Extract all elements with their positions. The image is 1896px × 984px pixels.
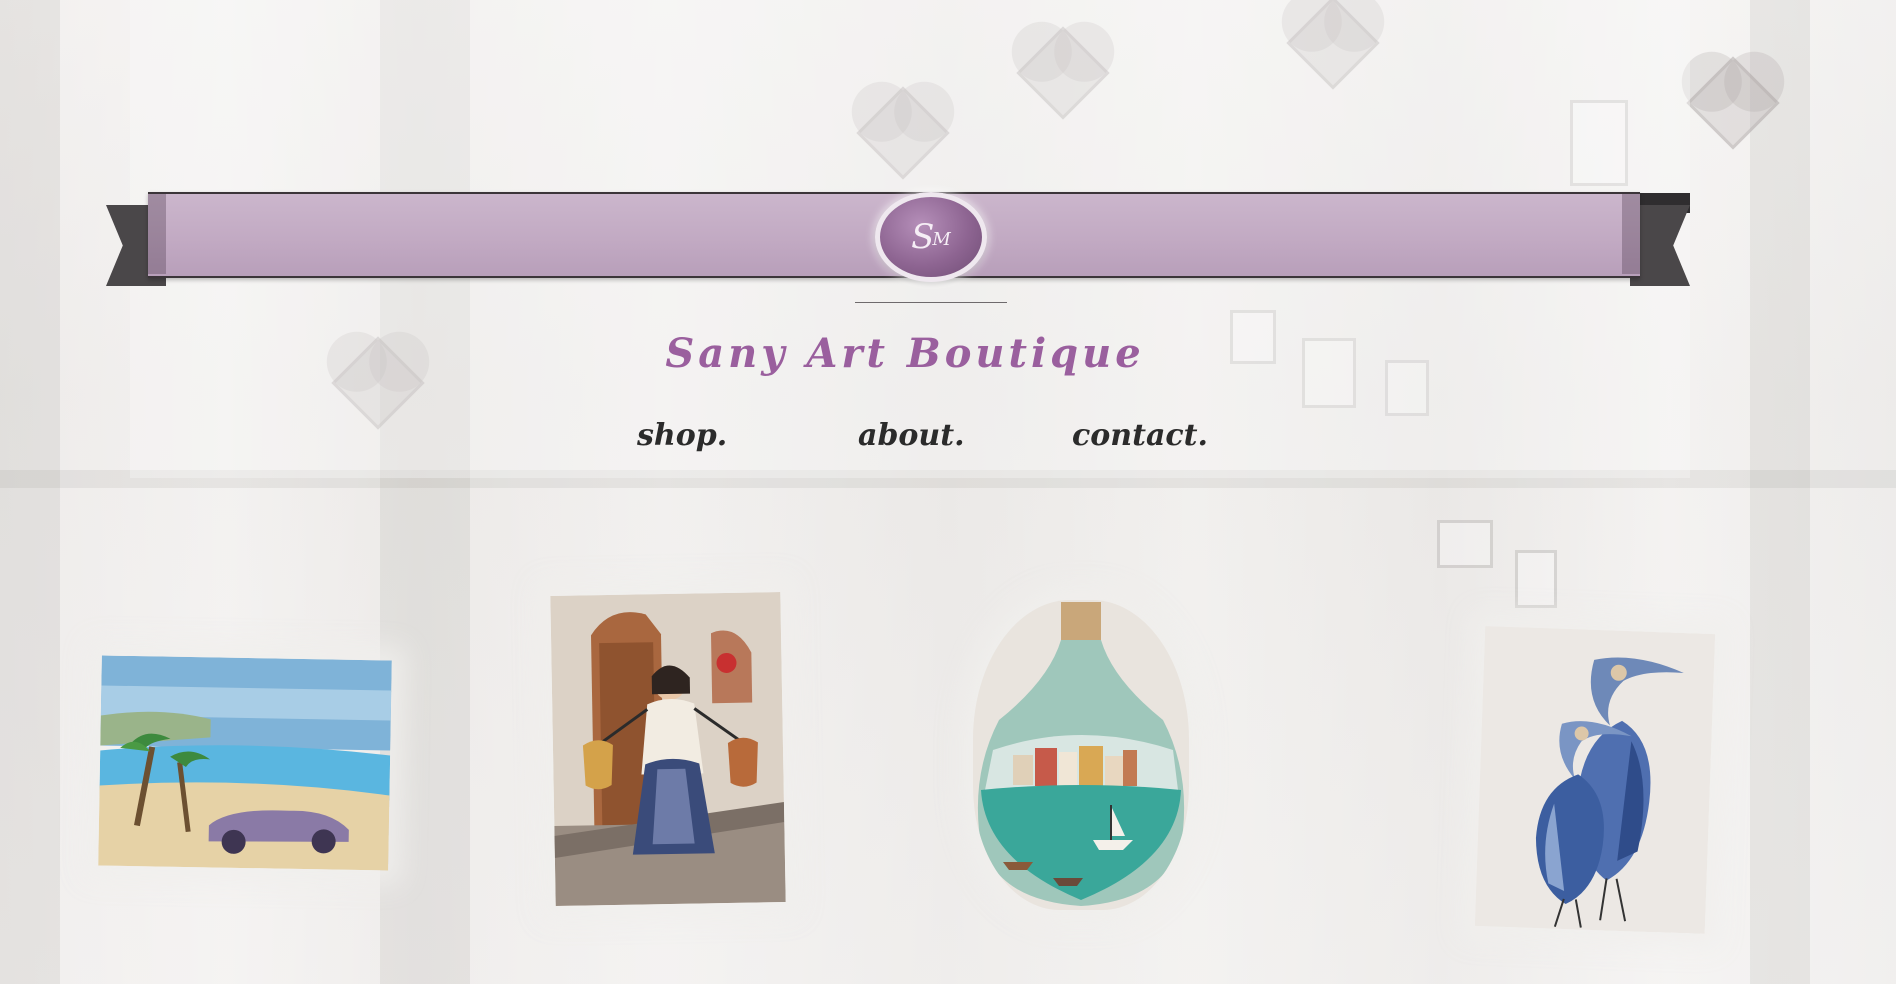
- nav-link-shop[interactable]: shop.: [637, 418, 727, 453]
- painting-icon: [98, 655, 392, 871]
- site-logo[interactable]: S M: [875, 192, 987, 282]
- logo-letter-m: M: [932, 229, 951, 250]
- artwork-herons-painting[interactable]: [1474, 626, 1716, 934]
- ribbon-shadow-left: [148, 194, 166, 274]
- nav-link-about[interactable]: about.: [858, 418, 965, 453]
- window-frame: [1750, 0, 1810, 984]
- wall-picture-frame: [1437, 520, 1493, 568]
- bottle-icon: [973, 600, 1189, 910]
- title-divider: [855, 302, 1007, 303]
- wall-picture-frame: [1515, 550, 1557, 608]
- artwork-beach-painting[interactable]: [98, 655, 392, 871]
- artwork-woman-with-jugs-painting[interactable]: [550, 592, 786, 906]
- painting-icon: [550, 592, 786, 906]
- painting-icon: [1474, 626, 1716, 934]
- artwork-painted-bottle[interactable]: [973, 600, 1189, 910]
- window-frame: [0, 0, 60, 984]
- logo-letter-s: S: [911, 217, 935, 257]
- ribbon-shadow-right: [1622, 194, 1640, 274]
- nav-link-contact[interactable]: contact.: [1072, 418, 1208, 453]
- site-title: Sany Art Boutique: [665, 330, 1145, 377]
